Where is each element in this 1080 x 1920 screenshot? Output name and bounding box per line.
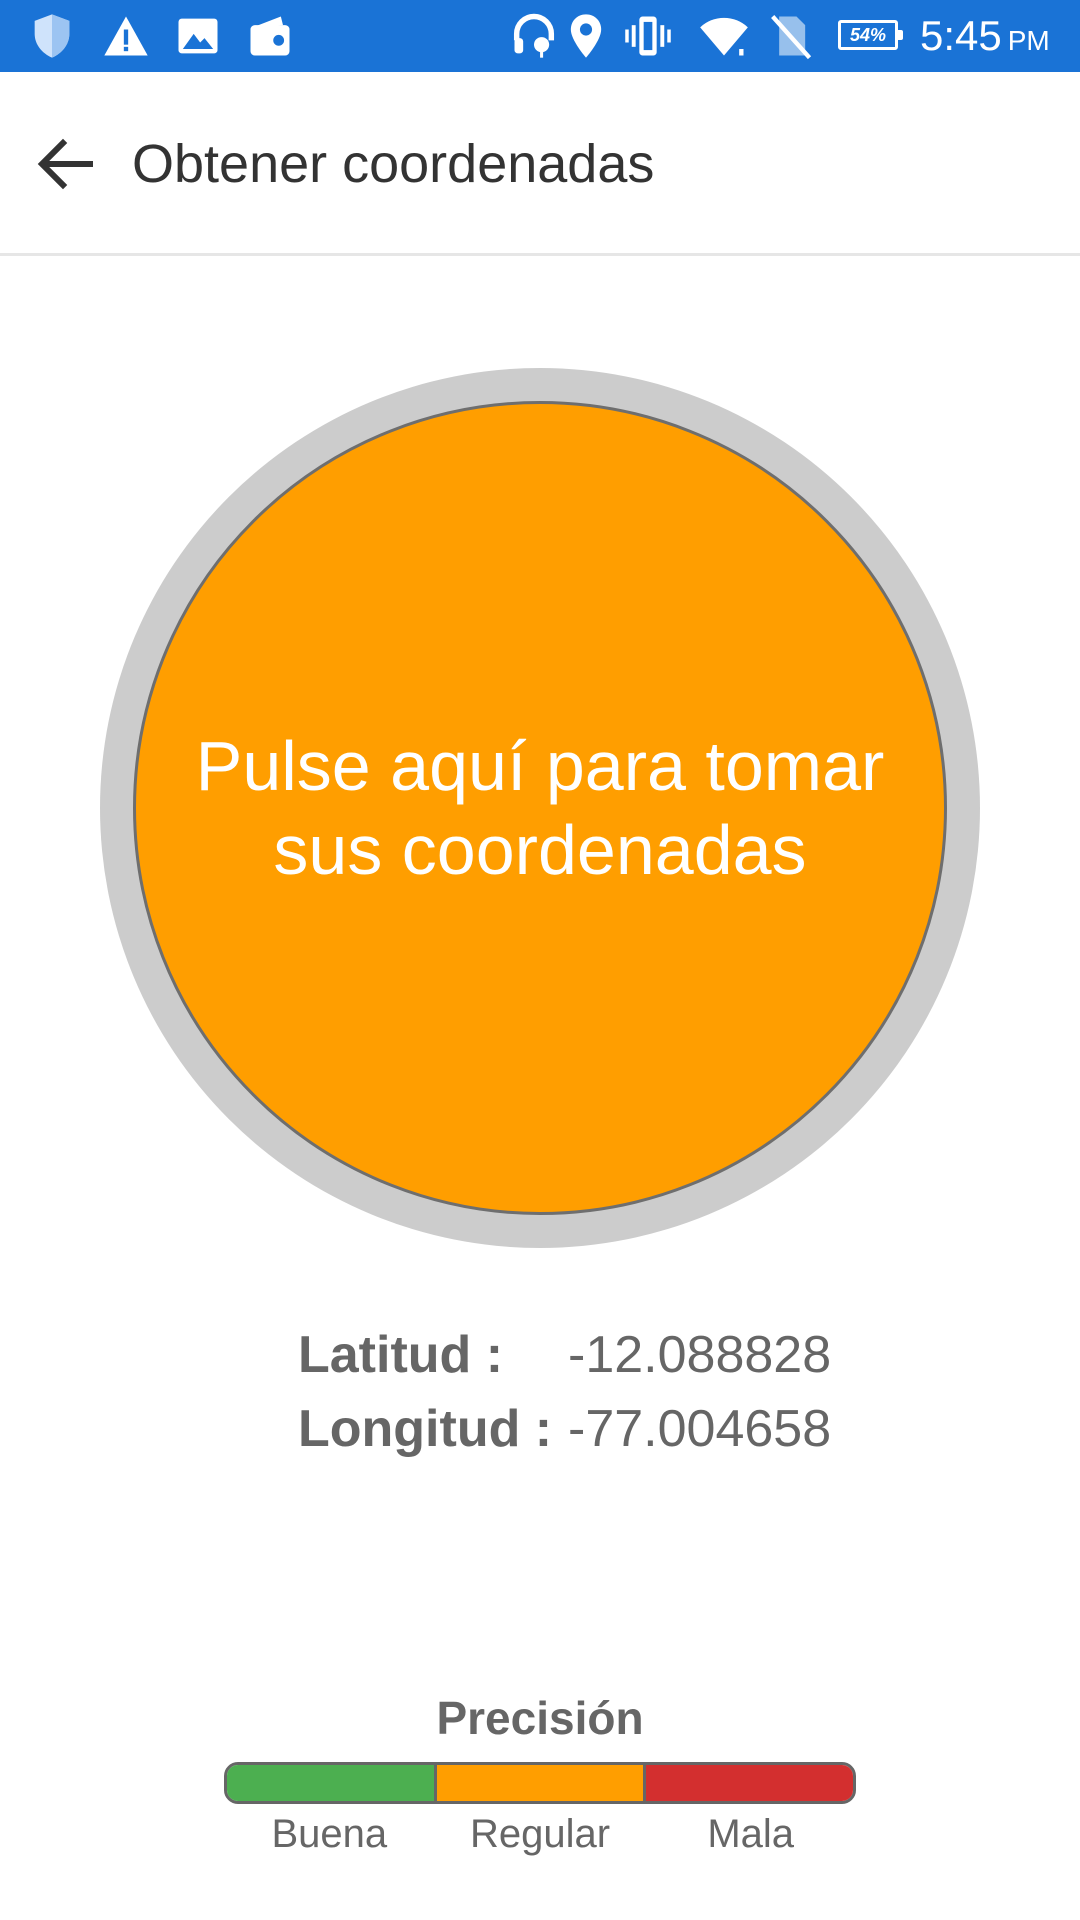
page-title: Obtener coordenadas: [132, 134, 655, 194]
latitude-value: -12.088828: [568, 1326, 832, 1384]
clock-time: 5:45: [920, 12, 1002, 59]
precision-label-bad: Mala: [707, 1812, 795, 1856]
precision-label-regular: Regular: [469, 1812, 611, 1856]
shield-icon: [26, 10, 78, 62]
location-icon: [560, 10, 612, 62]
capture-button-label: Pulse aquí para tomar sus coordenadas: [195, 727, 885, 889]
longitude-row: Longitud : -77.004658: [0, 1394, 1080, 1464]
precision-label-good: Buena: [271, 1812, 388, 1856]
back-button[interactable]: [30, 128, 102, 200]
precision-title: Precisión: [436, 1692, 644, 1744]
vibrate-icon: [622, 10, 674, 62]
wifi-icon: [698, 10, 750, 62]
clock-ampm: PM: [1007, 25, 1050, 56]
warning-icon: [100, 10, 152, 62]
clock: 5:45 PM: [920, 10, 1050, 62]
arrow-left-icon: [30, 128, 102, 200]
precision-labels: Buena Regular Mala: [224, 1804, 856, 1864]
image-icon: [172, 10, 224, 62]
longitude-value: -77.004658: [568, 1400, 832, 1458]
latitude-label: Latitud :: [298, 1326, 504, 1384]
longitude-label: Longitud :: [298, 1400, 553, 1458]
status-bar: 54% 5:45 PM: [0, 0, 1080, 72]
precision-segment-regular: [433, 1765, 644, 1801]
headset-icon: [508, 10, 560, 62]
latitude-row: Latitud : -12.088828: [0, 1320, 1080, 1390]
battery-percent: 54%: [849, 24, 887, 45]
precision-segment-bad: [643, 1765, 853, 1801]
battery-indicator: 54%: [838, 20, 903, 50]
wallet-icon: [244, 10, 296, 62]
no-sim-icon: [764, 10, 816, 62]
app-bar: Obtener coordenadas: [0, 72, 1080, 256]
capture-coordinates-button[interactable]: Pulse aquí para tomar sus coordenadas: [133, 401, 947, 1215]
precision-segment-good: [227, 1765, 434, 1801]
precision-bar: [224, 1762, 856, 1804]
